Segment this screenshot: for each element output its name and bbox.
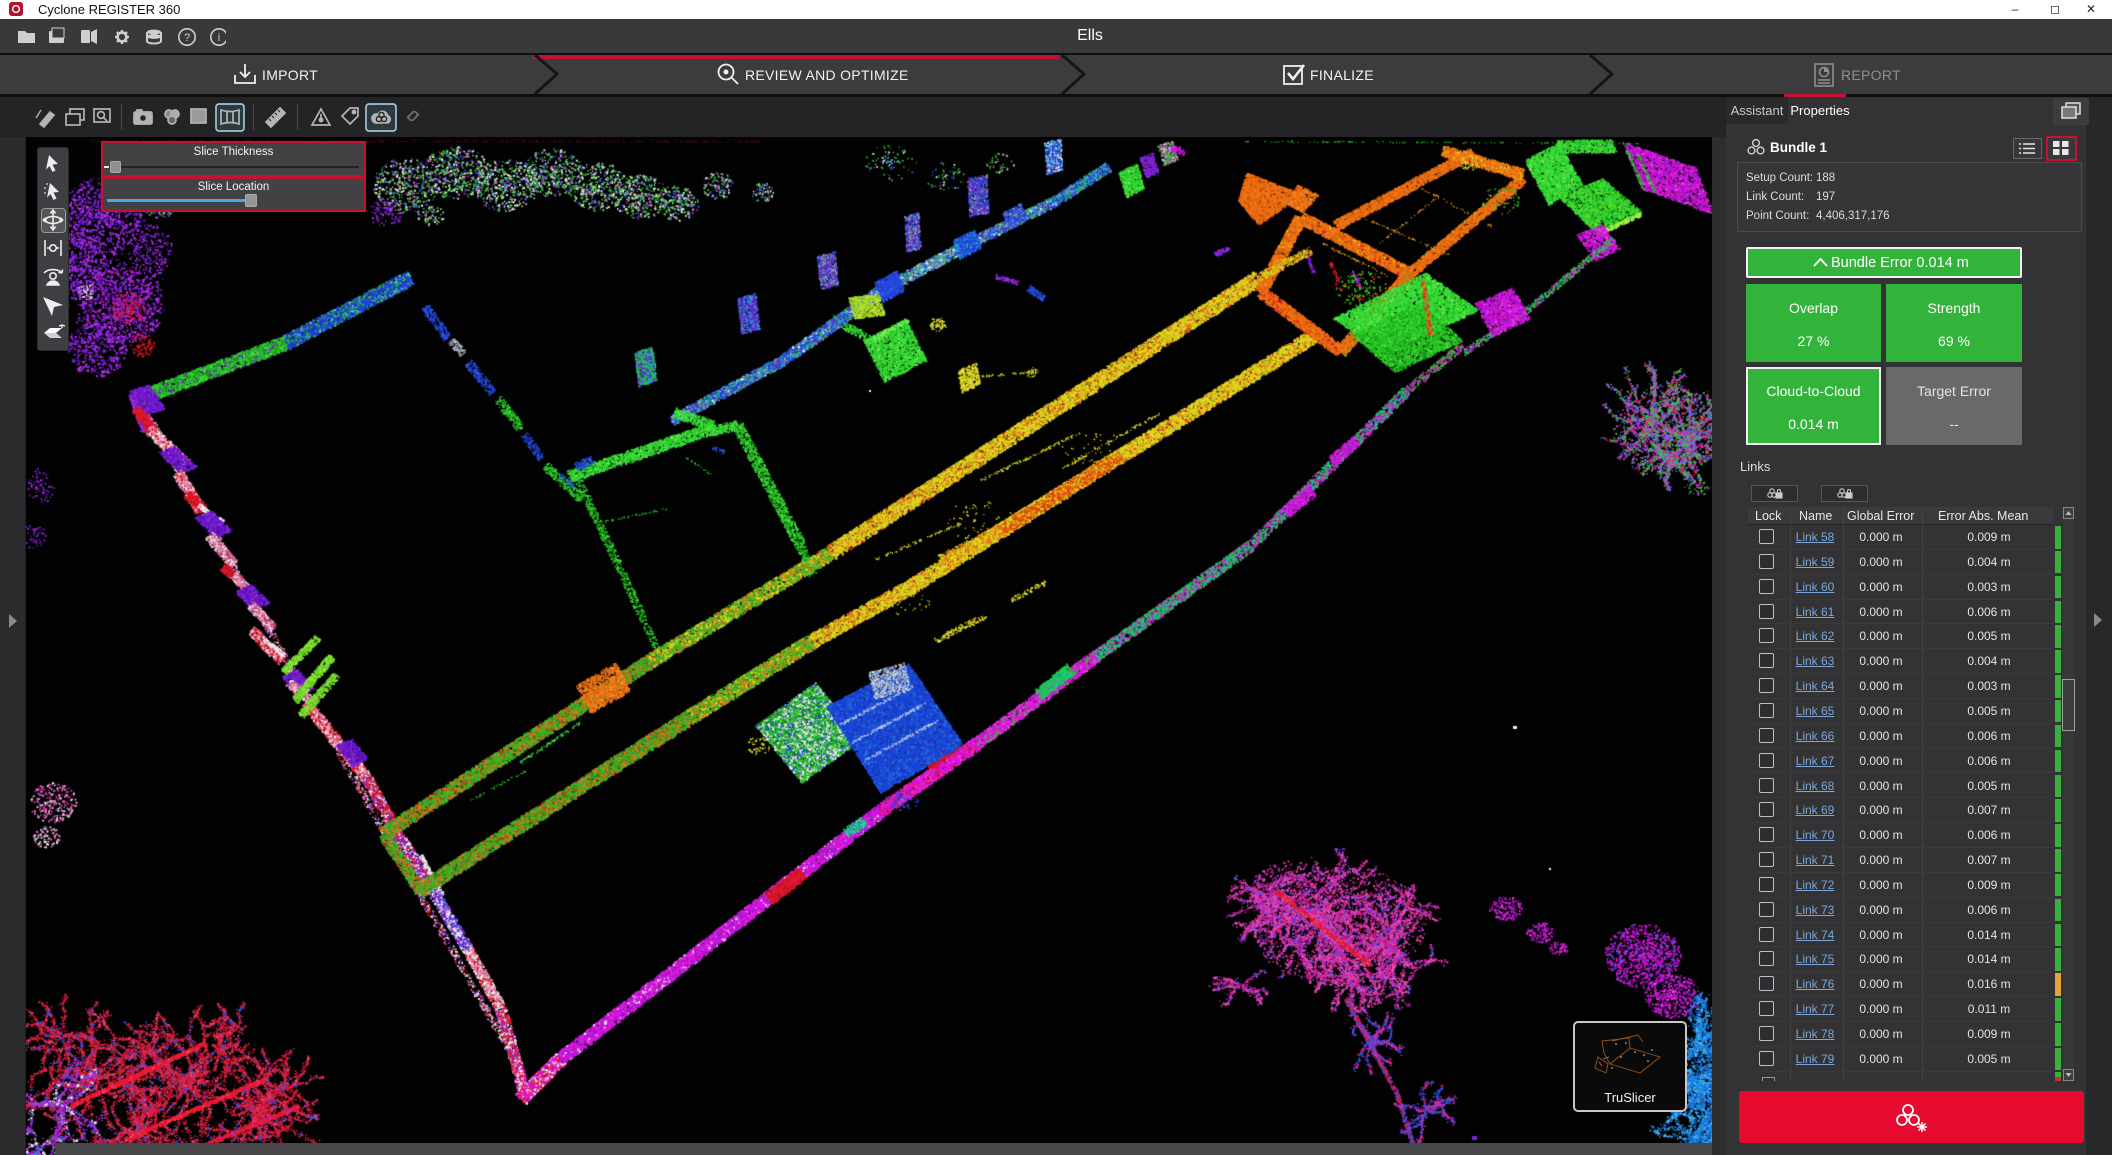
svg-text:i: i	[218, 32, 220, 44]
svg-text:?: ?	[184, 32, 190, 44]
